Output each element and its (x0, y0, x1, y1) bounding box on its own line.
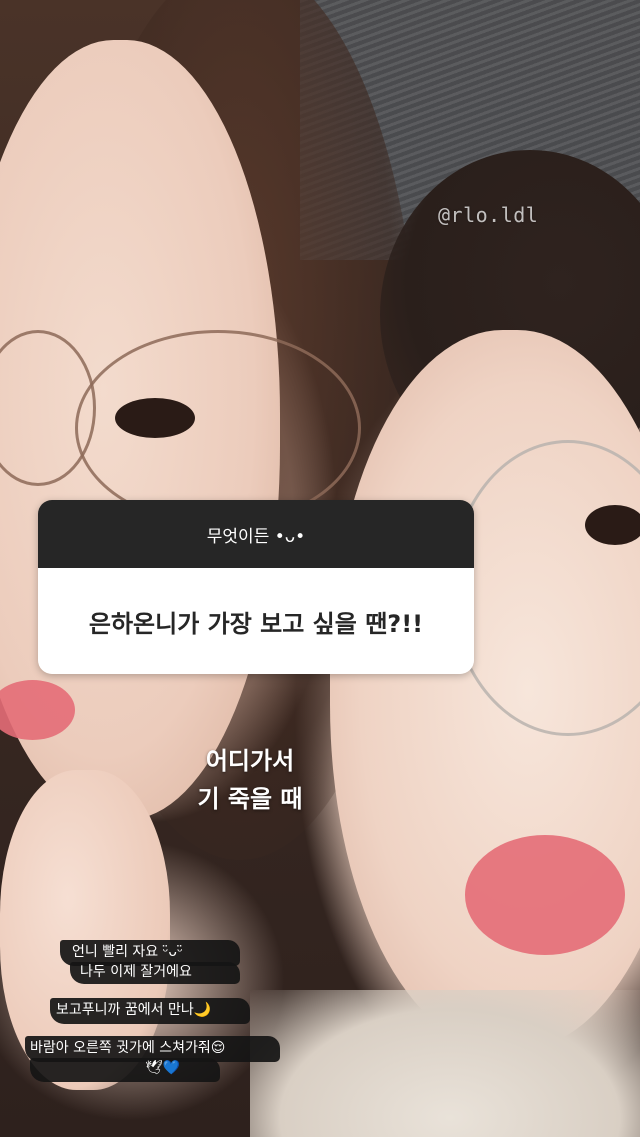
note-line-3: 보고푸니까 꿈에서 만나🌙 (56, 1002, 212, 1018)
brush-highlight (30, 1058, 220, 1082)
left-eye (115, 398, 195, 438)
watermark-handle: @rlo.ldl (438, 203, 539, 227)
question-sticker-text: 은하온니가 가장 보고 싶을 땐?!! (38, 568, 474, 674)
right-lips (465, 835, 625, 955)
answer-line-1: 어디가서 (205, 747, 295, 775)
answer-line-2: 기 죽을 때 (197, 785, 303, 813)
shirt (250, 990, 640, 1137)
left-glasses-lens (75, 330, 361, 526)
right-eye (585, 505, 640, 545)
note-line-5: 🕊💙 (145, 1060, 181, 1076)
question-sticker[interactable]: 무엇이든 •ᴗ• 은하온니가 가장 보고 싶을 땐?!! (38, 500, 474, 674)
note-line-2: 나두 이제 잘거에요 (80, 964, 192, 980)
note-line-1: 언니 빨리 자요 ᵕ̈ᴗᵕ̈ (72, 944, 183, 960)
note-line-4: 바람아 오른쪽 귓가에 스쳐가줘😌 (30, 1040, 226, 1056)
question-sticker-header: 무엇이든 •ᴗ• (38, 500, 474, 568)
answer-text: 어디가서 기 죽을 때 (130, 742, 370, 818)
